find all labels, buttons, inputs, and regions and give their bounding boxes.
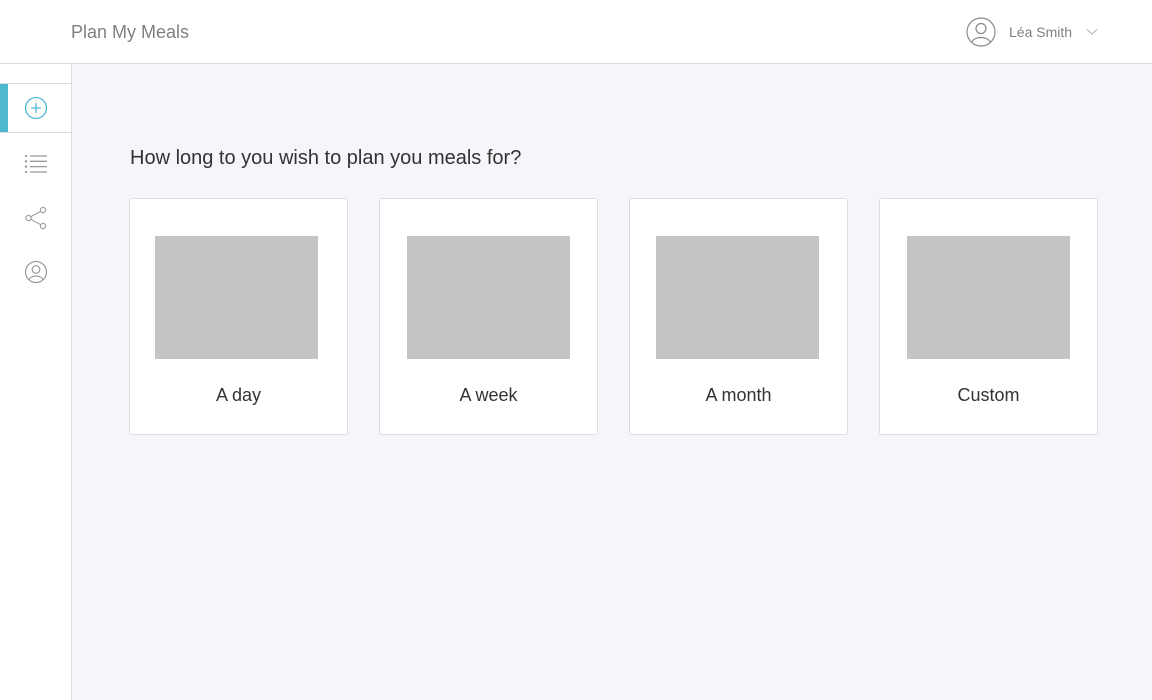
top-header: Plan My Meals Léa Smith (0, 0, 1152, 64)
option-image-placeholder (407, 236, 570, 359)
sidebar-item-profile[interactable] (0, 247, 71, 297)
plus-circle-icon (24, 96, 47, 120)
option-label: Custom (957, 385, 1020, 405)
option-label: A week (459, 385, 518, 405)
chevron-down-icon[interactable] (1086, 28, 1098, 36)
option-image-placeholder (155, 236, 318, 359)
app-title: Plan My Meals (71, 22, 190, 42)
active-indicator (0, 84, 8, 132)
user-icon (24, 260, 47, 284)
user-circle-icon (966, 17, 996, 47)
share-icon (24, 206, 46, 230)
user-menu[interactable]: Léa Smith (966, 17, 1098, 47)
page-question: How long to you wish to plan you meals f… (130, 147, 522, 169)
option-image-placeholder (656, 236, 819, 359)
sidebar-item-list[interactable] (0, 139, 71, 189)
sidebar-item-share[interactable] (0, 193, 71, 243)
list-icon (24, 154, 47, 174)
option-image-placeholder (907, 236, 1070, 359)
option-card-week[interactable]: A week (379, 198, 598, 435)
option-card-custom[interactable]: Custom (879, 198, 1098, 435)
option-label: A day (215, 385, 262, 405)
option-card-day[interactable]: A day (129, 198, 348, 435)
sidebar-item-new-plan[interactable] (0, 83, 71, 133)
option-label: A month (705, 385, 772, 405)
option-card-month[interactable]: A month (629, 198, 848, 435)
sidebar (0, 64, 72, 700)
user-name: Léa Smith (1009, 24, 1073, 40)
